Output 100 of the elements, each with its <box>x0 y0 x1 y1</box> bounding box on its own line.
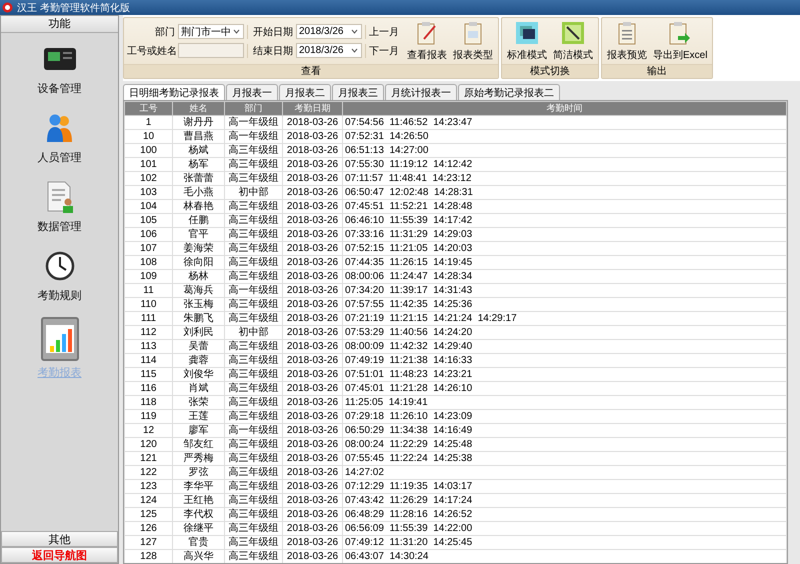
end-date-field[interactable]: 2018/3/26 <box>296 43 362 58</box>
table-cell: 120 <box>124 438 172 452</box>
table-cell: 127 <box>124 536 172 550</box>
table-cell: 07:57:55 11:42:35 14:25:36 <box>342 298 786 312</box>
simple-mode-button[interactable]: 简洁模式 <box>551 20 595 62</box>
previous-month-link[interactable]: 上一月 <box>365 24 403 38</box>
table-cell: 张荣 <box>172 396 224 410</box>
table-cell: 07:45:01 11:21:28 14:26:10 <box>342 382 786 396</box>
sidebar-item[interactable]: 数据管理 <box>14 179 104 234</box>
table-cell: 严秀梅 <box>172 452 224 466</box>
table-cell: 2018-03-26 <box>282 396 342 410</box>
table-cell: 高三年级组 <box>224 242 282 256</box>
next-month-link[interactable]: 下一月 <box>365 44 403 58</box>
table-cell: 高三年级组 <box>224 340 282 354</box>
table-cell: 06:50:29 11:34:38 14:16:49 <box>342 424 786 438</box>
clipboard-arrow-icon <box>668 20 692 44</box>
diagonal-square-icon <box>561 20 585 44</box>
table-cell: 姜海荣 <box>172 242 224 256</box>
table-cell: 高一年级组 <box>224 424 282 438</box>
table-cell: 114 <box>124 354 172 368</box>
sidebar-footer-button[interactable]: 返回导航图 <box>1 547 118 563</box>
table-cell: 官贵 <box>172 536 224 550</box>
table-cell: 吴蕾 <box>172 340 224 354</box>
table-cell: 07:29:18 11:26:10 14:23:09 <box>342 410 786 424</box>
column-header[interactable]: 考勤时间 <box>342 102 786 116</box>
table-cell: 高三年级组 <box>224 228 282 242</box>
table-cell: 07:34:20 11:39:17 14:31:43 <box>342 284 786 298</box>
table-cell: 2018-03-26 <box>282 536 342 550</box>
table-cell: 高三年级组 <box>224 214 282 228</box>
table-cell: 104 <box>124 200 172 214</box>
table-cell: 张玉梅 <box>172 298 224 312</box>
table-cell: 2018-03-26 <box>282 494 342 508</box>
table-cell: 06:48:29 11:28:16 14:26:52 <box>342 508 786 522</box>
table-cell: 邹友红 <box>172 438 224 452</box>
table-cell: 07:51:01 11:48:23 14:23:21 <box>342 368 786 382</box>
table-cell: 2018-03-26 <box>282 522 342 536</box>
table-cell: 林春艳 <box>172 200 224 214</box>
table-cell: 高三年级组 <box>224 522 282 536</box>
table-cell: 07:44:35 11:26:15 14:19:45 <box>342 256 786 270</box>
table-cell: 高三年级组 <box>224 172 282 186</box>
table-cell: 2018-03-26 <box>282 508 342 522</box>
start-date-field[interactable]: 2018/3/26 <box>296 24 362 39</box>
view-report-button[interactable]: 查看报表 <box>405 20 449 62</box>
column-header[interactable]: 部门 <box>224 102 282 116</box>
sidebar-item[interactable]: 设备管理 <box>14 41 104 96</box>
table-cell: 高三年级组 <box>224 536 282 550</box>
report-tab[interactable]: 月报表三 <box>332 84 384 100</box>
table-cell: 高三年级组 <box>224 200 282 214</box>
table-cell: 2018-03-26 <box>282 158 342 172</box>
sidebar-footer-button[interactable]: 其他 <box>1 531 118 547</box>
table-cell: 124 <box>124 494 172 508</box>
table-cell: 06:56:09 11:55:39 14:22:00 <box>342 522 786 536</box>
table-cell: 07:49:12 11:31:20 14:25:45 <box>342 536 786 550</box>
report-type-button[interactable]: 报表类型 <box>451 20 495 62</box>
table-cell: 高三年级组 <box>224 438 282 452</box>
standard-mode-button[interactable]: 标准模式 <box>505 20 549 62</box>
group-label: 查看 <box>124 64 498 78</box>
table-cell: 王莲 <box>172 410 224 424</box>
sidebar-header: 功能 <box>1 16 118 33</box>
table-cell: 李华平 <box>172 480 224 494</box>
table-cell: 2018-03-26 <box>282 270 342 284</box>
table-cell: 高三年级组 <box>224 256 282 270</box>
report-preview-button[interactable]: 报表预览 <box>605 20 649 62</box>
table-cell: 廖军 <box>172 424 224 438</box>
table-cell: 高三年级组 <box>224 410 282 424</box>
column-header[interactable]: 工号 <box>124 102 172 116</box>
table-cell: 高三年级组 <box>224 298 282 312</box>
table-cell: 肖斌 <box>172 382 224 396</box>
table-cell: 毛小燕 <box>172 186 224 200</box>
report-tab[interactable]: 日明细考勤记录报表 <box>123 84 225 100</box>
table-cell: 高三年级组 <box>224 480 282 494</box>
table-cell: 08:00:24 11:22:29 14:25:48 <box>342 438 786 452</box>
table-cell: 徐向阳 <box>172 256 224 270</box>
id-or-name-field[interactable] <box>178 43 244 58</box>
table-cell: 龚蓉 <box>172 354 224 368</box>
start-date-label: 开始日期 <box>247 24 293 38</box>
report-tab[interactable]: 月统计报表一 <box>385 84 457 100</box>
table-cell: 2018-03-26 <box>282 298 342 312</box>
sidebar-item[interactable]: 考勤规则 <box>14 248 104 303</box>
report-tab[interactable]: 月报表一 <box>226 84 278 100</box>
windows-icon <box>515 20 539 44</box>
report-tab[interactable]: 月报表二 <box>279 84 331 100</box>
column-header[interactable]: 姓名 <box>172 102 224 116</box>
table-cell: 2018-03-26 <box>282 326 342 340</box>
table-cell: 任鹏 <box>172 214 224 228</box>
column-header[interactable]: 考勤日期 <box>282 102 342 116</box>
table-cell: 2018-03-26 <box>282 228 342 242</box>
clipboard-table-icon <box>462 20 484 44</box>
table-cell: 高三年级组 <box>224 452 282 466</box>
department-dropdown[interactable]: 荆门市一中 <box>178 24 244 39</box>
table-cell: 113 <box>124 340 172 354</box>
report-tab[interactable]: 原始考勤记录报表二 <box>458 84 560 100</box>
group-label: 输出 <box>602 64 712 78</box>
table-cell: 2018-03-26 <box>282 312 342 326</box>
table-cell: 刘俊华 <box>172 368 224 382</box>
export-excel-button[interactable]: 导出到Excel <box>651 20 710 62</box>
table-cell: 08:00:09 11:42:32 14:29:40 <box>342 340 786 354</box>
table-cell: 10 <box>124 130 172 144</box>
table-cell: 王红艳 <box>172 494 224 508</box>
sidebar-item[interactable]: 人员管理 <box>14 110 104 165</box>
